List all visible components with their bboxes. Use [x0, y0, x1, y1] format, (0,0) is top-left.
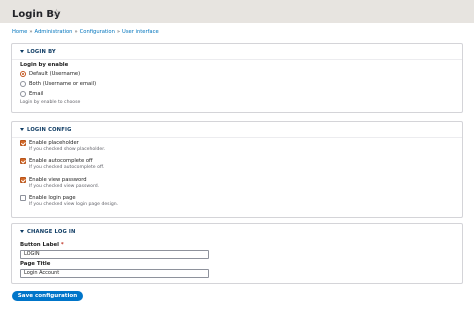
checkbox-enable-autocomplete-off[interactable]: [20, 158, 26, 164]
divider: [12, 59, 462, 60]
breadcrumb: Home» Administration» Configuration» User i…: [12, 29, 159, 36]
login-by-legend[interactable]: LOGIN BY: [20, 49, 56, 56]
change-log-in-fieldset: CHANGE LOG IN Button Label * LOGIN Page …: [11, 223, 463, 284]
checkbox-enable-placeholder-description: If you checked show placeholder.: [29, 147, 106, 152]
change-log-in-legend-text: CHANGE LOG IN: [27, 229, 76, 235]
radio-email[interactable]: [20, 91, 26, 97]
login-by-description: Login by enable to choose: [20, 100, 81, 105]
checkbox-enable-autocomplete-off-description: If you checked autocomplete off.: [29, 165, 105, 170]
breadcrumb-separator: »: [29, 29, 33, 35]
radio-email-label: Email: [29, 91, 44, 97]
checkbox-enable-view-password-description: If you checked view password.: [29, 184, 100, 189]
radio-both[interactable]: [20, 81, 26, 87]
button-label-field-label: Button Label *: [20, 242, 64, 249]
radio-both-label: Both (Username or email): [29, 81, 97, 87]
login-by-legend-text: LOGIN BY: [27, 49, 56, 55]
checkbox-enable-login-page-label: Enable login page: [29, 195, 76, 201]
breadcrumb-separator: »: [74, 29, 78, 35]
breadcrumb-separator: »: [116, 29, 121, 35]
checkbox-enable-autocomplete-off-label: Enable autocomplete off: [29, 158, 93, 164]
button-label-text: Button Label: [20, 242, 59, 248]
checkbox-enable-login-page[interactable]: [20, 195, 26, 201]
radio-default-username[interactable]: [20, 71, 26, 77]
page-header: Login By ☆: [0, 0, 474, 23]
breadcrumb-user-interface[interactable]: User interface: [122, 29, 159, 35]
required-marker: *: [60, 242, 64, 248]
divider: [12, 137, 462, 138]
checkbox-enable-view-password-label: Enable view password: [29, 177, 87, 183]
button-label-input[interactable]: LOGIN: [20, 250, 209, 259]
change-log-in-legend[interactable]: CHANGE LOG IN: [20, 229, 76, 236]
page-title-input[interactable]: Login Account: [20, 269, 209, 278]
checkbox-enable-placeholder[interactable]: [20, 140, 26, 146]
chevron-down-icon: [20, 230, 24, 233]
chevron-down-icon: [20, 128, 24, 131]
breadcrumb-home[interactable]: Home: [12, 29, 27, 35]
checkbox-enable-placeholder-label: Enable placeholder: [29, 140, 79, 146]
login-config-legend-text: LOGIN CONFIG: [27, 127, 72, 133]
checkbox-enable-view-password[interactable]: [20, 177, 26, 183]
star-icon[interactable]: ☆: [52, 8, 61, 20]
checkbox-enable-login-page-description: If you checked view login page design.: [29, 202, 119, 207]
breadcrumb-configuration[interactable]: Configuration: [80, 29, 115, 35]
chevron-down-icon: [20, 50, 24, 53]
radio-default-username-label: Default (Username): [29, 71, 81, 77]
save-configuration-button[interactable]: Save configuration: [12, 291, 83, 301]
page-title-field-label: Page Title: [20, 261, 51, 267]
breadcrumb-administration[interactable]: Administration: [35, 29, 73, 35]
login-config-fieldset: LOGIN CONFIG Enable placeholder If you c…: [11, 121, 463, 218]
login-by-field-label: Login by enable: [20, 62, 69, 68]
login-by-fieldset: LOGIN BY Login by enable Default (Userna…: [11, 43, 463, 113]
login-config-legend[interactable]: LOGIN CONFIG: [20, 127, 72, 134]
